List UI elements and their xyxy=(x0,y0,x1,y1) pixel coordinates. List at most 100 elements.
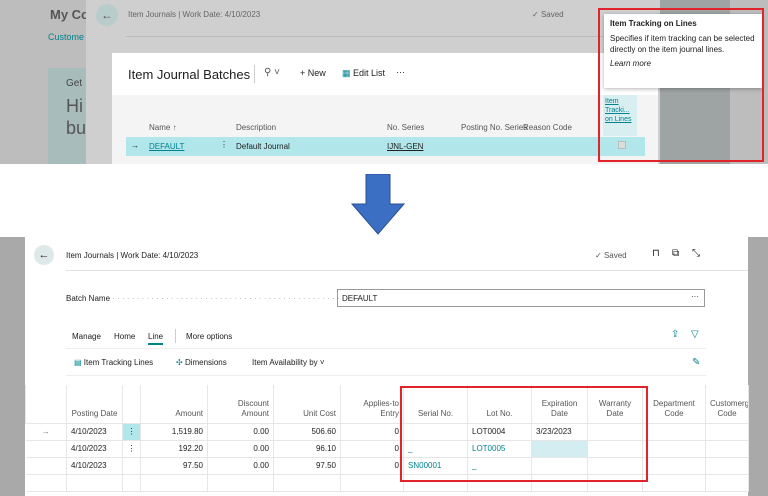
table-cell[interactable] xyxy=(642,473,706,492)
column-header-no-series[interactable]: No. Series xyxy=(387,123,424,132)
table-cell[interactable]: 4/10/2023 xyxy=(66,439,123,458)
item-tracking-lines-button[interactable]: ▤ Item Tracking Lines xyxy=(74,358,153,367)
more-actions-button[interactable]: ··· xyxy=(396,67,405,77)
table-cell[interactable] xyxy=(705,422,749,441)
table-cell[interactable]: ⋮ xyxy=(122,439,141,458)
column-header[interactable]: Unit Cost xyxy=(273,385,341,424)
batch-description: Default Journal xyxy=(236,142,290,151)
customer-link[interactable]: Custome xyxy=(48,32,84,42)
table-cell[interactable]: 0 xyxy=(340,422,404,441)
divider xyxy=(175,329,176,343)
table-cell[interactable] xyxy=(66,473,123,492)
row-menu-icon[interactable]: ⋮ xyxy=(220,140,228,149)
share-icon[interactable]: ⇪ xyxy=(671,329,679,340)
table-cell[interactable] xyxy=(273,473,341,492)
batches-table: Name ↑ Description No. Series Posting No… xyxy=(112,95,658,164)
table-row[interactable]: → DEFAULT ⋮ Default Journal IJNL-GEN xyxy=(126,137,645,156)
batch-name-value: DEFAULT xyxy=(342,294,378,303)
filter-icon[interactable]: ▽ xyxy=(691,329,699,340)
table-cell[interactable] xyxy=(705,456,749,475)
search-icon[interactable]: ⚲ ˅ xyxy=(264,67,280,78)
table-cell[interactable]: ⋮ xyxy=(122,422,141,441)
table-cell[interactable]: 97.50 xyxy=(140,456,208,475)
action-bar: ▤ Item Tracking Lines ✣ Dimensions Item … xyxy=(66,348,706,376)
batch-no-series[interactable]: IJNL-GEN xyxy=(387,142,423,151)
tab-home[interactable]: Home xyxy=(114,332,135,341)
table-cell[interactable]: 0 xyxy=(340,439,404,458)
table-cell[interactable]: 506.60 xyxy=(273,422,341,441)
column-header-description[interactable]: Description xyxy=(236,123,276,132)
lookup-icon[interactable]: ··· xyxy=(691,292,699,301)
item-availability-button[interactable]: Item Availability by ˅ xyxy=(252,358,325,367)
bookmark-icon[interactable]: ⊓ xyxy=(652,248,660,259)
table-cell[interactable] xyxy=(122,456,141,475)
column-header[interactable]: Amount xyxy=(140,385,208,424)
edit-list-label: Edit List xyxy=(353,68,386,78)
column-header[interactable]: Applies-to Entry xyxy=(340,385,404,424)
column-header[interactable] xyxy=(122,385,141,424)
action-label: Item Tracking Lines xyxy=(83,358,154,367)
column-header[interactable]: Department Code xyxy=(642,385,706,424)
tab-line[interactable]: Line xyxy=(148,332,164,345)
table-cell[interactable]: 1,519.80 xyxy=(140,422,208,441)
back-icon[interactable]: ← xyxy=(96,4,118,26)
down-arrow-icon xyxy=(350,174,406,235)
column-header[interactable] xyxy=(25,385,67,424)
table-cell[interactable]: 4/10/2023 xyxy=(66,456,123,475)
collapse-icon[interactable]: ⤡ xyxy=(692,248,700,259)
table-cell[interactable]: 0 xyxy=(340,456,404,475)
batch-name-field[interactable]: DEFAULT ··· xyxy=(337,289,705,307)
back-icon[interactable]: ← xyxy=(34,245,54,265)
column-header-reason-code[interactable]: Reason Code xyxy=(523,123,572,132)
dimensions-button[interactable]: ✣ Dimensions xyxy=(176,358,227,367)
table-cell[interactable] xyxy=(642,422,706,441)
row-arrow-icon: → xyxy=(131,141,139,150)
table-cell xyxy=(25,473,67,492)
getting-started-card: Get Hi bu xyxy=(48,68,88,164)
table-cell: → xyxy=(25,422,67,441)
table-cell[interactable]: 0.00 xyxy=(207,456,274,475)
table-cell[interactable] xyxy=(642,456,706,475)
saved-status: ✓ Saved xyxy=(595,251,627,260)
table-cell[interactable]: 192.20 xyxy=(140,439,208,458)
table-cell[interactable] xyxy=(705,473,749,492)
table-cell xyxy=(25,456,67,475)
table-cell[interactable] xyxy=(122,473,141,492)
table-cell[interactable] xyxy=(705,439,749,458)
saved-label: Saved xyxy=(603,251,627,260)
column-header-name[interactable]: Name ↑ xyxy=(149,123,177,132)
before-screenshot: My Co Custome Get Hi bu ← Item Journals … xyxy=(0,0,768,164)
after-screenshot: ← Item Journals | Work Date: 4/10/2023 ✓… xyxy=(0,237,768,496)
table-cell[interactable]: 0.00 xyxy=(207,422,274,441)
new-label: New xyxy=(307,68,326,78)
batch-name-link[interactable]: DEFAULT xyxy=(149,142,184,151)
batch-label-text: Batch Name xyxy=(66,294,111,303)
table-cell[interactable] xyxy=(140,473,208,492)
column-header[interactable]: Discount Amount xyxy=(207,385,274,424)
table-cell[interactable] xyxy=(642,439,706,458)
new-button[interactable]: + New xyxy=(300,68,326,78)
column-header[interactable]: Posting Date xyxy=(66,385,123,424)
card-line: Hi xyxy=(66,96,83,116)
table-cell[interactable]: 0.00 xyxy=(207,439,274,458)
divider xyxy=(66,270,748,271)
divider xyxy=(254,65,255,83)
card-line: Get xyxy=(66,78,83,89)
page-title: Item Journals | Work Date: 4/10/2023 xyxy=(66,251,199,260)
highlight-box xyxy=(598,8,764,162)
column-header-posting-no-series[interactable]: Posting No. Series xyxy=(461,123,527,132)
table-cell[interactable]: 4/10/2023 xyxy=(66,422,123,441)
table-cell[interactable] xyxy=(340,473,404,492)
edit-list-button[interactable]: ▦ Edit List xyxy=(342,68,385,79)
item-journal-batches-dialog: Item Journal Batches ⚲ ˅ + New ▦ Edit Li… xyxy=(112,53,658,164)
table-cell[interactable] xyxy=(207,473,274,492)
tab-more-options[interactable]: More options xyxy=(186,332,232,341)
table-cell[interactable]: 97.50 xyxy=(273,456,341,475)
open-new-window-icon[interactable]: ⧉ xyxy=(672,248,679,259)
pin-icon[interactable]: ✎ xyxy=(692,357,700,368)
batch-name-label: Batch Name · · · · · · · · · · · · · · ·… xyxy=(66,294,365,303)
tab-manage[interactable]: Manage xyxy=(72,332,101,341)
column-header[interactable]: Customergr Code xyxy=(705,385,749,424)
table-cell[interactable]: 96.10 xyxy=(273,439,341,458)
page-title: Item Journals | Work Date: 4/10/2023 xyxy=(128,10,261,19)
